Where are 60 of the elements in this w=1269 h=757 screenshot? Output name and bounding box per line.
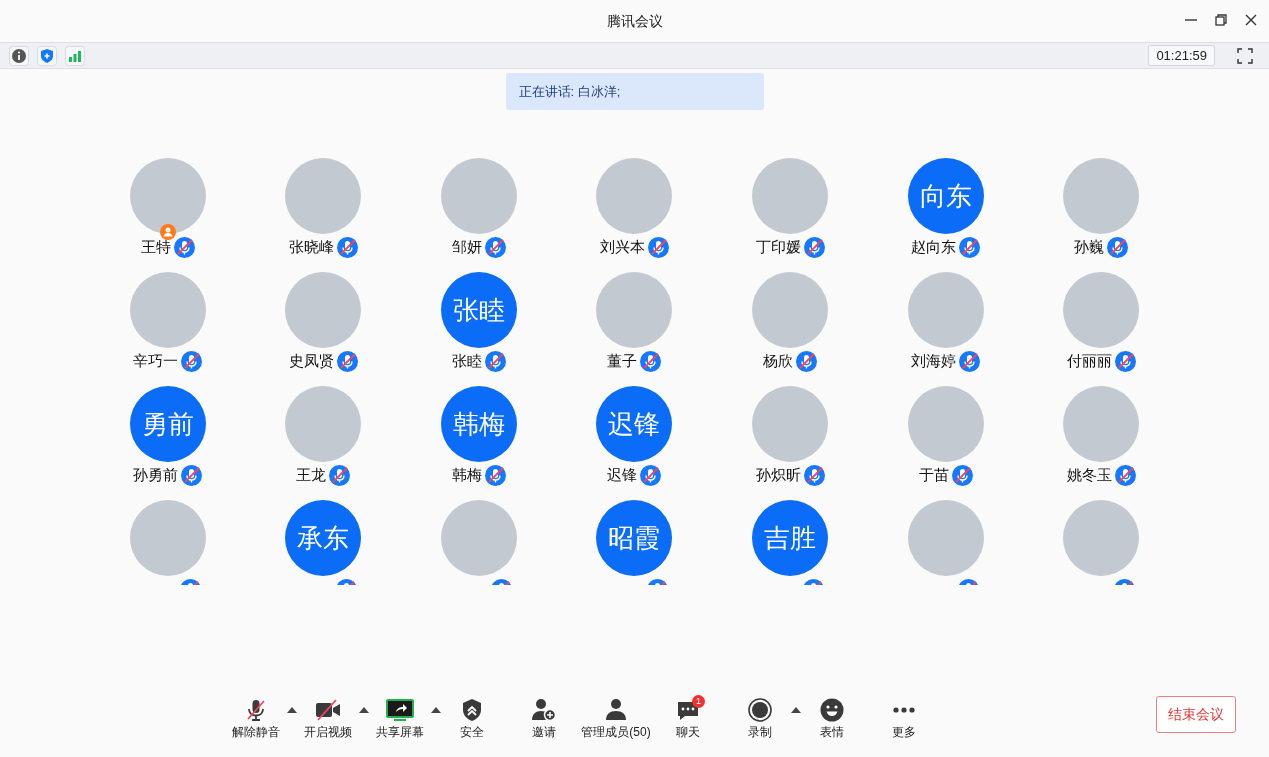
toolbar-button[interactable]: 录制 <box>724 693 796 743</box>
caret-icon[interactable] <box>359 707 369 713</box>
toolbar-button[interactable]: 安全 <box>436 693 508 743</box>
toolbar-button[interactable]: 邀请 <box>508 693 580 743</box>
meeting-timer: 01:21:59 <box>1148 45 1215 66</box>
toolbar-button[interactable]: 表情 <box>796 693 868 743</box>
shield-icon <box>460 698 484 722</box>
caret-icon[interactable] <box>431 707 441 713</box>
toolbar-button[interactable]: 聊天 1 <box>652 693 724 743</box>
participant-name: 姚冬玉 <box>1066 465 1112 485</box>
participant-name: 史凤贤 <box>288 351 334 371</box>
initials-avatar: 勇前 <box>129 386 206 462</box>
participant-name: 王特 <box>140 237 171 257</box>
participant-name: 刘兴本 <box>600 237 645 257</box>
restore-icon[interactable] <box>1213 12 1229 28</box>
participant-name: 孙巍 <box>1074 237 1105 257</box>
participant-name: 杨欣 <box>763 351 794 371</box>
participant-name: 付丽丽 <box>1066 351 1112 371</box>
participant-name: 丁印媛 <box>755 237 801 257</box>
unread-badge: 1 <box>692 695 705 708</box>
participant-name: 于苗 <box>918 465 949 485</box>
participant-name: 孙勇前 <box>133 465 179 485</box>
toolbar-button[interactable]: 开启视频 <box>292 693 364 743</box>
initials-avatar: 韩梅 <box>440 386 517 462</box>
record-icon <box>748 698 772 722</box>
participant-name: 韩梅 <box>451 465 482 485</box>
participant-name: 孙炽昕 <box>755 465 801 485</box>
speaking-banner: 正在讲话: 白冰洋; <box>505 73 764 110</box>
shield-icon[interactable] <box>37 45 57 66</box>
toolbar-button[interactable]: 解除静音 <box>220 693 292 743</box>
toolbar-button[interactable]: 共享屏幕 <box>364 693 436 743</box>
more-icon <box>893 707 915 713</box>
initials-avatar: 承东 <box>285 500 362 576</box>
participant-name: 赵向东 <box>911 237 957 257</box>
end-meeting-button[interactable]: 结束会议 <box>1156 696 1236 733</box>
fullscreen-icon[interactable] <box>1237 47 1253 64</box>
participant-name: 张晓峰 <box>288 237 334 257</box>
participant-name: 董子 <box>607 351 638 371</box>
screen-share-icon <box>386 698 414 722</box>
info-icon[interactable] <box>9 45 29 66</box>
toolbar-button[interactable]: 更多 <box>868 693 940 743</box>
toolbar-button[interactable]: 管理成员(50) <box>580 693 652 743</box>
close-icon[interactable] <box>1243 12 1259 28</box>
participant-name: 王龙 <box>296 465 327 485</box>
add-person-icon <box>531 698 557 722</box>
participant-name: 张睦 <box>451 351 482 371</box>
initials-avatar: 迟锋 <box>596 386 673 462</box>
initials-avatar: 昭霞 <box>596 500 673 576</box>
participant-name: 辛巧一 <box>133 351 179 371</box>
participant-name: 邹妍 <box>451 237 482 257</box>
person-icon <box>604 698 628 722</box>
caret-icon[interactable] <box>287 707 297 713</box>
participant-name: 刘海婷 <box>911 351 957 371</box>
initials-avatar: 吉胜 <box>752 500 829 576</box>
smiley-icon <box>820 698 844 722</box>
initials-avatar: 张睦 <box>440 272 517 348</box>
participant-name: 迟锋 <box>607 465 638 485</box>
initials-avatar: 向东 <box>907 158 984 234</box>
window-title: 腾讯会议 <box>606 11 663 31</box>
caret-icon[interactable] <box>791 707 801 713</box>
